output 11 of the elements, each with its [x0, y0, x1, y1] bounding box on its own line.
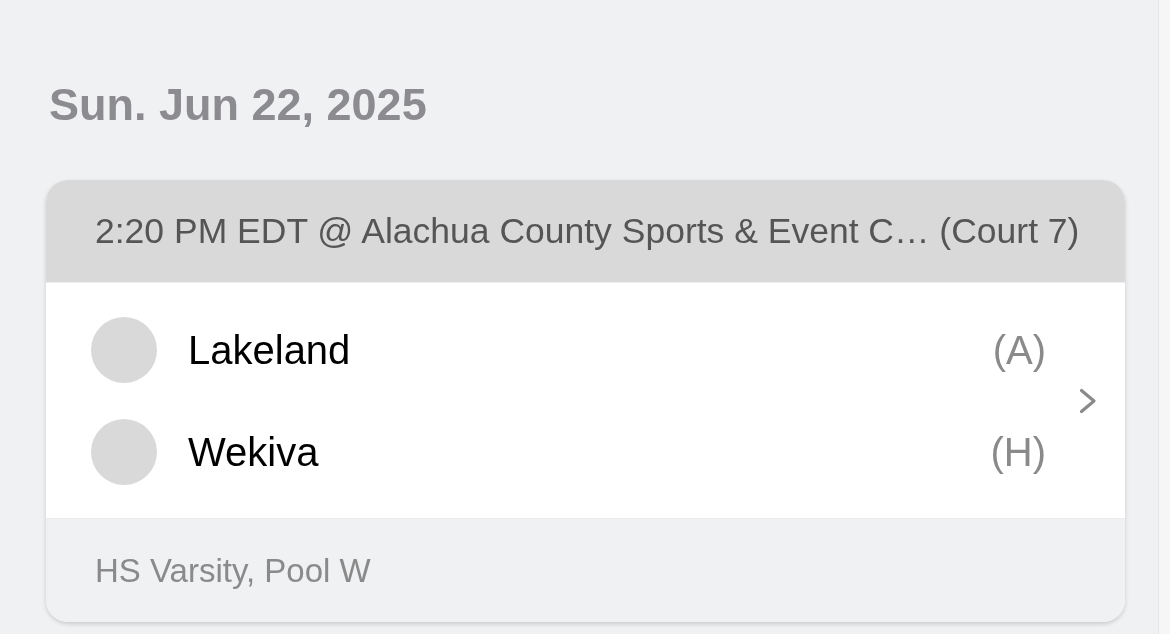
chevron-right-icon	[1079, 388, 1097, 414]
team-name: Wekiva	[188, 429, 319, 475]
team-side-label: (H)	[990, 429, 1046, 475]
team-name: Lakeland	[188, 327, 351, 373]
game-card[interactable]: 2:20 PM EDT @ Alachua County Sports & Event C… (Court 7) Lakeland (A) Wekiva (H) HS Varsity, Pool W	[46, 180, 1125, 622]
game-time-venue: 2:20 PM EDT @ Alachua County Sports & Event C… (Court 7)	[95, 210, 1080, 252]
date-heading: Sun. Jun 22, 2025	[49, 78, 427, 132]
team-avatar-icon	[91, 317, 157, 383]
division-label: HS Varsity, Pool W	[95, 551, 371, 590]
team-avatar-icon	[91, 419, 157, 485]
team-side-label: (A)	[992, 327, 1046, 373]
